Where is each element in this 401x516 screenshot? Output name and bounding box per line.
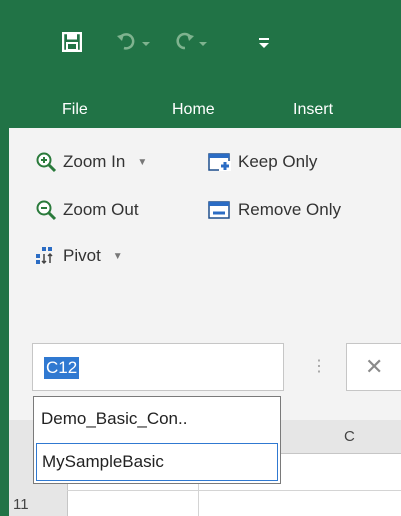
zoom-in-label: Zoom In xyxy=(63,152,126,171)
formula-bar-separator: ⋮ xyxy=(311,358,327,375)
zoom-out-label: Zoom Out xyxy=(63,200,139,219)
undo-icon[interactable] xyxy=(116,30,152,52)
keep-only-icon xyxy=(208,153,231,171)
keep-only-label: Keep Only xyxy=(238,152,318,171)
row-header-11[interactable]: 11 xyxy=(13,496,29,513)
pivot-button[interactable]: Pivot ▼ xyxy=(35,242,123,270)
pivot-label: Pivot xyxy=(63,246,101,265)
tab-home[interactable]: Home xyxy=(172,101,215,119)
remove-only-label: Remove Only xyxy=(238,200,341,219)
cancel-entry-button[interactable]: ✕ xyxy=(346,343,401,391)
dropdown-option-label: MySampleBasic xyxy=(42,452,164,471)
chevron-down-icon: ▼ xyxy=(137,156,148,168)
zoom-out-button[interactable]: Zoom Out xyxy=(35,196,139,224)
remove-only-button[interactable]: Remove Only xyxy=(208,196,341,224)
pivot-icon xyxy=(36,247,53,265)
chevron-down-icon: ▼ xyxy=(112,250,123,262)
ribbon-panel: Zoom In ▼ Keep Only Zoom Out Remove Only xyxy=(9,128,401,329)
zoom-in-icon xyxy=(36,152,57,173)
zoom-in-button[interactable]: Zoom In ▼ xyxy=(35,148,147,176)
name-box[interactable]: C12 xyxy=(32,343,284,391)
customize-qat-icon[interactable] xyxy=(258,36,270,50)
remove-only-icon xyxy=(208,201,230,219)
dropdown-option-label: Demo_Basic_Con.. xyxy=(41,409,188,428)
connection-dropdown: Demo_Basic_Con.. MySampleBasic xyxy=(33,396,281,484)
gridline xyxy=(67,490,401,491)
dropdown-option[interactable]: Demo_Basic_Con.. xyxy=(36,400,278,438)
save-icon[interactable] xyxy=(61,31,83,53)
close-icon: ✕ xyxy=(365,354,384,379)
column-header-c[interactable]: C xyxy=(344,428,355,445)
redo-icon[interactable] xyxy=(173,30,211,52)
name-box-value[interactable]: C12 xyxy=(44,357,80,379)
keep-only-button[interactable]: Keep Only xyxy=(208,148,317,176)
tab-file[interactable]: File xyxy=(62,101,88,119)
zoom-out-icon xyxy=(36,200,57,221)
tab-insert[interactable]: Insert xyxy=(293,101,333,119)
title-bar xyxy=(0,0,401,88)
dropdown-option-selected[interactable]: MySampleBasic xyxy=(36,443,278,481)
ribbon-tabs: File Home Insert xyxy=(0,88,401,128)
